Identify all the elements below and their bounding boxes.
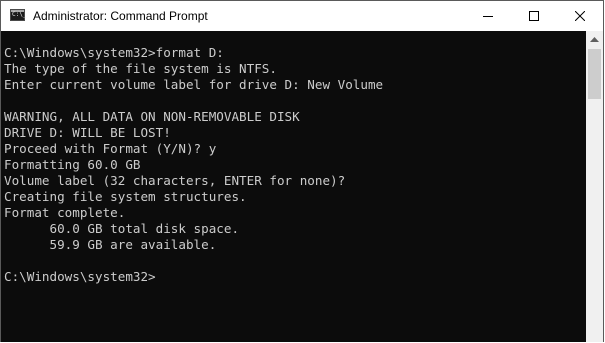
maximize-button[interactable] [511,1,557,31]
console-line: C:\Windows\system32>format D: [4,45,224,60]
console-line: DRIVE D: WILL BE LOST! [4,125,171,140]
minimize-button[interactable] [465,1,511,31]
console-line: The type of the file system is NTFS. [4,61,277,76]
console-line: WARNING, ALL DATA ON NON-REMOVABLE DISK [4,109,300,124]
scroll-up-arrow-icon [590,37,599,42]
console-line: Proceed with Format (Y/N)? y [4,141,217,156]
scroll-thumb[interactable] [588,49,601,99]
console-output[interactable]: C:\Windows\system32>format D: The type of… [1,31,586,342]
close-icon [575,11,585,21]
console-line: Volume label (32 characters, ENTER for n… [4,173,346,188]
window-title: Administrator: Command Prompt [33,9,208,23]
vertical-scrollbar[interactable] [586,31,603,342]
console-line: Format complete. [4,205,126,220]
console-line: Formatting 60.0 GB [4,157,141,172]
console-line: Enter current volume label for drive D: … [4,77,384,92]
cmd-icon: C:\_ [10,9,27,21]
title-bar[interactable]: C:\_ Administrator: Command Prompt [1,1,603,31]
command-prompt-window: C:\_ Administrator: Command Prompt C:\Wi… [0,0,604,342]
cmd-icon-glyph: C:\_ [12,11,27,18]
console-line: C:\Windows\system32> [4,269,156,284]
scroll-up-button[interactable] [586,31,603,48]
console-line: Creating file system structures. [4,189,247,204]
close-button[interactable] [557,1,603,31]
console-line: 60.0 GB total disk space. [4,221,240,236]
console-line: 59.9 GB are available. [4,237,217,252]
minimize-icon [483,16,493,17]
maximize-icon [529,11,539,21]
